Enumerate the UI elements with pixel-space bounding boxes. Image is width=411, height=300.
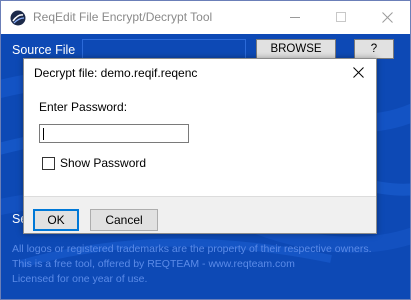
browse-button[interactable]: BROWSE xyxy=(256,39,336,59)
cancel-button[interactable]: Cancel xyxy=(90,209,158,231)
footer-notice: All logos or registered trademarks are t… xyxy=(12,242,372,287)
close-button[interactable] xyxy=(365,2,411,34)
dialog-title-bar[interactable]: Decrypt file: demo.reqif.reqenc xyxy=(24,59,376,86)
app-logo-icon xyxy=(10,10,26,26)
show-password-checkbox[interactable] xyxy=(42,157,55,170)
ok-button[interactable]: OK xyxy=(33,209,79,231)
password-label: Enter Password: xyxy=(39,100,128,114)
footer-line: All logos or registered trademarks are t… xyxy=(12,243,372,255)
decrypt-dialog: Decrypt file: demo.reqif.reqenc Enter Pa… xyxy=(23,58,377,234)
minimize-button[interactable] xyxy=(273,2,319,34)
help-button[interactable]: ? xyxy=(354,39,394,59)
dialog-body: Enter Password: Show Password xyxy=(24,86,376,196)
password-input[interactable] xyxy=(39,124,189,143)
dialog-title: Decrypt file: demo.reqif.reqenc xyxy=(34,66,198,80)
maximize-button[interactable] xyxy=(319,2,365,34)
footer-line: This is a free tool, offered by REQTEAM … xyxy=(12,258,295,270)
window-title: ReqEdit File Encrypt/Decrypt Tool xyxy=(33,10,213,24)
dialog-divider xyxy=(24,196,376,197)
footer-line: Licensed for one year of use. xyxy=(12,273,148,285)
title-bar[interactable]: ReqEdit File Encrypt/Decrypt Tool xyxy=(1,1,410,34)
source-file-input[interactable] xyxy=(82,39,246,60)
close-icon xyxy=(353,67,364,78)
maximize-icon xyxy=(336,12,346,22)
text-caret xyxy=(43,128,44,140)
show-password-label[interactable]: Show Password xyxy=(60,156,146,170)
minimize-icon xyxy=(290,17,300,18)
dialog-close-button[interactable] xyxy=(342,59,376,86)
source-file-label: Source File xyxy=(12,43,76,57)
close-icon xyxy=(382,12,393,23)
